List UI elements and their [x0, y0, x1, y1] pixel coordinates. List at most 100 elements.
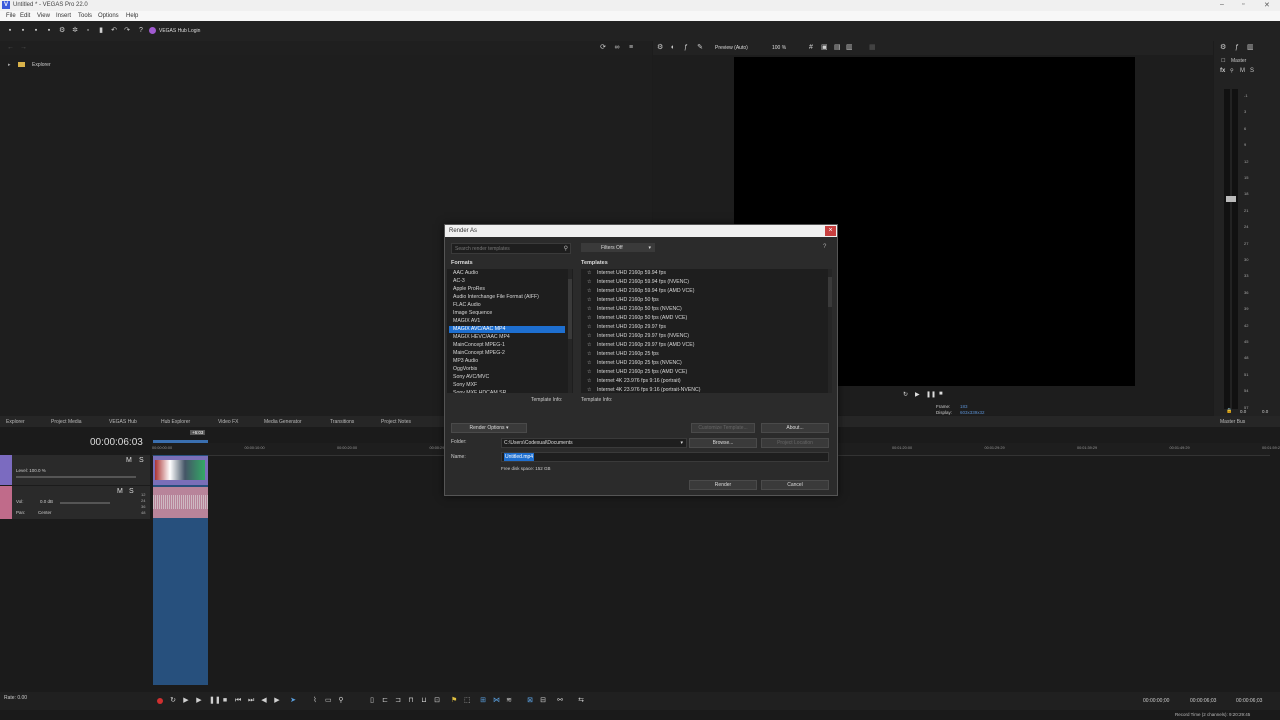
menu-tools[interactable]: Tools: [78, 13, 92, 19]
play-from-start-icon[interactable]: ▶: [183, 697, 189, 704]
format-item[interactable]: AC-3: [453, 278, 465, 284]
favorite-star-icon[interactable]: ☆: [587, 333, 592, 339]
copy-icon[interactable]: ▫: [85, 27, 91, 34]
format-item[interactable]: MainConcept MPEG-2: [453, 350, 505, 356]
maximize-icon[interactable]: ▫: [1242, 1, 1244, 8]
favorite-star-icon[interactable]: ☆: [587, 279, 592, 285]
lock-icon[interactable]: ⊓: [408, 697, 414, 704]
format-item[interactable]: Apple ProRes: [453, 286, 485, 292]
video-clip[interactable]: [153, 456, 208, 485]
templates-scrollbar[interactable]: [828, 269, 832, 393]
copy-frame-icon[interactable]: ▤: [834, 44, 841, 51]
format-item[interactable]: MAGIX AV1: [453, 318, 480, 324]
template-item[interactable]: Internet UHD 2160p 25 fps (AMD VCE): [597, 369, 687, 375]
fx-icon[interactable]: ƒ: [683, 44, 689, 51]
tab-hub-explorer[interactable]: Hub Explorer: [161, 419, 190, 425]
help-icon[interactable]: ?: [138, 27, 144, 34]
search-icon[interactable]: ⚲: [564, 245, 568, 252]
template-item[interactable]: Internet UHD 2160p 25 fps: [597, 351, 659, 357]
overlay-icon[interactable]: ▣: [821, 44, 828, 51]
menu-help[interactable]: Help: [126, 13, 138, 19]
format-item[interactable]: Image Sequence: [453, 310, 492, 316]
format-item[interactable]: Sony MXF HDCAM SR: [453, 390, 506, 393]
favorite-star-icon[interactable]: ☆: [587, 351, 592, 357]
audio-vol-slider[interactable]: [60, 502, 110, 504]
folder-dropdown[interactable]: C:\Users\Codexual\Documents ▾: [501, 438, 687, 448]
normal-edit-tool-icon[interactable]: ➤: [290, 697, 296, 704]
tab-vegas-hub[interactable]: VEGAS Hub: [109, 419, 137, 425]
formats-scrollbar[interactable]: [568, 269, 572, 393]
preview-play-icon[interactable]: ▶: [915, 391, 920, 398]
audio-mute-button[interactable]: M: [117, 488, 123, 495]
menu-options[interactable]: Options: [98, 13, 119, 19]
link-icon[interactable]: ∞: [614, 44, 620, 51]
insert-marker-icon[interactable]: ⚑: [451, 697, 457, 704]
preview-pause-icon[interactable]: ❚❚: [926, 391, 936, 398]
hub-login-link[interactable]: VEGAS Hub Login: [159, 28, 200, 34]
layout-icon[interactable]: ▦: [869, 44, 876, 51]
delete-icon[interactable]: ▮: [98, 27, 104, 34]
settings-icon[interactable]: ✲: [72, 27, 78, 34]
master-view-icon[interactable]: ▥: [1247, 44, 1254, 51]
master-mute-button[interactable]: M: [1240, 68, 1245, 74]
about-button[interactable]: About...: [761, 423, 829, 433]
menu-view[interactable]: View: [37, 13, 50, 19]
customize-template-button[interactable]: Customize Template...: [691, 423, 755, 433]
formats-list[interactable]: AAC Audio AC-3 Apple ProRes Audio Interchan…: [447, 269, 573, 393]
lock-envelopes-icon[interactable]: ⊠: [527, 697, 533, 704]
template-item[interactable]: Internet UHD 2160p 29.97 fps (AMD VCE): [597, 342, 694, 348]
ignore-grouping-icon[interactable]: ⊔: [421, 697, 427, 704]
template-item[interactable]: Internet UHD 2160p 50 fps (NVENC): [597, 306, 682, 312]
preview-loop-icon[interactable]: ↻: [903, 391, 908, 398]
video-track-header[interactable]: M S Level: 100.0 %: [0, 455, 150, 485]
refresh-icon[interactable]: ⟳: [600, 44, 606, 51]
audio-solo-button[interactable]: S: [129, 488, 134, 495]
dialog-close-button[interactable]: ×: [825, 226, 836, 236]
template-item[interactable]: Internet UHD 2160p 29.97 fps: [597, 324, 666, 330]
loop-icon[interactable]: ↻: [170, 697, 176, 704]
audio-clip[interactable]: [153, 487, 208, 518]
save-icon[interactable]: ▪: [33, 27, 39, 34]
auto-ripple-icon[interactable]: ≋: [506, 697, 512, 704]
favorite-star-icon[interactable]: ☆: [587, 360, 592, 366]
zoom-tool-icon[interactable]: ⚲: [338, 697, 344, 704]
format-item[interactable]: Sony MXF: [453, 382, 477, 388]
expand-arrow-icon[interactable]: ▸: [8, 62, 11, 68]
template-item[interactable]: Internet 4K 23.976 fps 9:16 (portrait-NV…: [597, 387, 701, 393]
template-item[interactable]: Internet 4K 23.976 fps 9:16 (portrait): [597, 378, 681, 384]
render-options-button[interactable]: Render Options ▾: [451, 423, 527, 433]
next-frame-icon[interactable]: ▶: [274, 697, 280, 704]
video-level-slider[interactable]: [16, 476, 136, 478]
master-checkbox[interactable]: ☐: [1221, 58, 1225, 64]
master-fader[interactable]: [1226, 196, 1236, 202]
properties-icon[interactable]: ⚙: [59, 27, 65, 34]
master-solo-button[interactable]: S: [1250, 68, 1254, 74]
undo-icon[interactable]: ↶: [111, 27, 117, 34]
stop-icon[interactable]: ■: [222, 697, 228, 704]
views-icon[interactable]: ≡: [628, 44, 634, 51]
redo-icon[interactable]: ↷: [124, 27, 130, 34]
cancel-button[interactable]: Cancel: [761, 480, 829, 490]
render-button[interactable]: Render: [689, 480, 757, 490]
trim-icon[interactable]: ⊏: [382, 697, 388, 704]
render-icon[interactable]: ▪: [46, 27, 52, 34]
tab-transitions[interactable]: Transitions: [330, 419, 354, 425]
region-icon[interactable]: ⬚: [464, 697, 471, 704]
sync-icon[interactable]: ⇆: [578, 697, 584, 704]
master-fx-button[interactable]: fx: [1220, 68, 1225, 74]
format-item[interactable]: AAC Audio: [453, 270, 478, 276]
tab-video-fx[interactable]: Video FX: [218, 419, 238, 425]
template-item[interactable]: Internet UHD 2160p 59.94 fps: [597, 270, 666, 276]
templates-list[interactable]: ☆ Internet UHD 2160p 59.94 fps ☆ Internet U…: [581, 269, 831, 393]
favorite-star-icon[interactable]: ☆: [587, 387, 592, 393]
template-item[interactable]: Internet UHD 2160p 50 fps: [597, 297, 659, 303]
filters-dropdown[interactable]: Filters Off ▾: [581, 243, 655, 252]
favorite-star-icon[interactable]: ☆: [587, 306, 592, 312]
favorite-star-icon[interactable]: ☆: [587, 369, 592, 375]
grid-icon[interactable]: #: [808, 44, 814, 51]
marker-icon[interactable]: ⊡: [434, 697, 440, 704]
menu-file[interactable]: File: [6, 13, 16, 19]
envelope-tool-icon[interactable]: ⌇: [312, 697, 318, 704]
browse-button[interactable]: Browse...: [689, 438, 757, 448]
go-to-end-icon[interactable]: ⏭: [248, 697, 254, 704]
